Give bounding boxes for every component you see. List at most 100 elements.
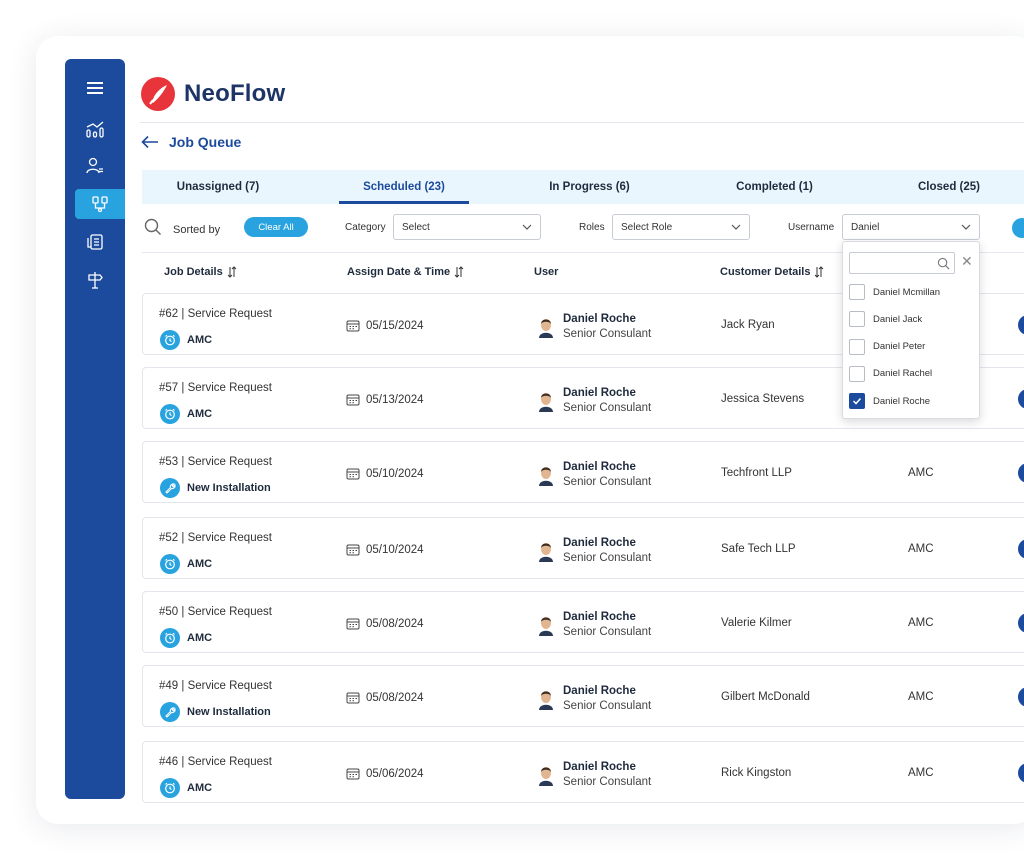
assigned-user: Daniel Roche Senior Consulant [537,312,651,342]
category-select[interactable]: Select [393,214,541,240]
customer-name: Gilbert McDonald [721,691,810,703]
alarm-clock-icon [160,778,180,798]
row-action-button[interactable] [1018,463,1024,483]
alarm-clock-icon [160,628,180,648]
menu-icon[interactable] [75,73,115,103]
assign-date: 05/08/2024 [346,691,424,704]
assign-date: 05/10/2024 [346,467,424,480]
analytics-icon[interactable] [75,115,115,145]
category-select-value: Select [402,221,430,233]
checkbox-checked[interactable] [849,393,865,410]
service-type-label: New Installation [187,482,271,494]
column-header-assign-date[interactable]: Assign Date & Time [347,266,464,278]
tab-completed[interactable]: Completed (1) [717,170,832,204]
job-queue-icon[interactable] [75,189,125,219]
roles-label: Roles [579,221,605,233]
row-action-button[interactable] [1018,763,1024,783]
assigned-user: Daniel Roche Senior Consulant [537,460,651,490]
customer-name: Techfront LLP [721,467,792,479]
service-category: AMC [908,467,934,479]
customer-name: Jack Ryan [721,319,775,331]
user-list-icon[interactable] [75,151,115,181]
job-id-and-type: #57 | Service Request [159,382,272,394]
assign-date-value: 05/08/2024 [366,617,424,630]
username-label: Username [788,221,835,233]
job-id-and-type: #46 | Service Request [159,756,272,768]
avatar [539,319,553,338]
avatar [539,543,553,562]
column-header-label: Assign Date & Time [347,266,451,278]
username-select[interactable]: Daniel [842,214,980,240]
avatar [539,467,553,486]
user-role: Senior Consulant [563,552,652,564]
service-category: AMC [908,543,934,555]
close-icon[interactable]: ✕ [961,253,973,270]
status-tabs: Unassigned (7) Scheduled (23) In Progres… [142,170,1024,204]
username-dropdown: ✕ Daniel Mcmillan Daniel Jack Daniel Peter… [842,241,980,419]
user-name: Daniel Roche [563,387,636,399]
calendar-icon [346,544,360,556]
checkbox[interactable] [849,365,865,382]
tab-unassigned[interactable]: Unassigned (7) [158,170,278,204]
column-header-job-details[interactable]: Job Details [164,266,237,278]
dropdown-option[interactable]: Daniel Roche [849,391,930,411]
user-role: Senior Consulant [563,700,652,712]
avatar [539,767,553,786]
user-role: Senior Consulant [563,626,652,638]
dropdown-option[interactable]: Daniel Rachel [849,364,932,384]
sidebar [65,59,125,799]
row-action-button[interactable] [1018,539,1024,559]
service-type-label: AMC [187,408,213,420]
assign-date-value: 05/13/2024 [366,393,424,406]
row-action-button[interactable] [1018,613,1024,633]
back-arrow-icon[interactable] [141,135,159,149]
checkbox[interactable] [849,284,865,300]
service-category: AMC [908,767,934,779]
sorted-by-label: Sorted by [173,224,221,236]
table-row[interactable]: #46 | Service Request AMC 05/06/2024 Dan… [142,741,1024,803]
column-header-user[interactable]: User [534,266,558,278]
chevron-down-icon [522,224,532,230]
table-row[interactable]: #52 | Service Request AMC 05/10/2024 Dan… [142,517,1024,579]
row-action-button[interactable] [1018,315,1024,335]
customer-name: Valerie Kilmer [721,617,792,629]
calendar-icon [346,320,360,332]
header-divider [140,122,1024,123]
row-action-button[interactable] [1018,687,1024,707]
column-header-customer-details[interactable]: Customer Details [720,266,824,278]
tab-scheduled[interactable]: Scheduled (23) [339,170,469,204]
dropdown-option[interactable]: Daniel Jack [849,309,922,329]
clear-all-button[interactable]: Clear All [244,217,308,237]
assigned-user: Daniel Roche Senior Consulant [537,536,651,566]
checkbox[interactable] [849,311,865,328]
roles-select[interactable]: Select Role [612,214,750,240]
column-header-label: Job Details [164,266,223,278]
signpost-icon[interactable] [75,265,115,295]
assign-date: 05/10/2024 [346,543,424,556]
document-list-icon[interactable] [75,227,115,257]
service-type-label: AMC [187,782,213,794]
table-row[interactable]: #49 | Service Request New Installation 0… [142,665,1024,727]
table-row[interactable]: #50 | Service Request AMC 05/08/2024 Dan… [142,591,1024,653]
checkbox[interactable] [849,338,865,355]
search-icon [937,257,950,270]
dropdown-option-label: Daniel Jack [873,313,923,325]
job-id-and-type: #52 | Service Request [159,532,272,544]
dropdown-search-input[interactable] [849,252,955,274]
job-id-and-type: #62 | Service Request [159,308,272,320]
user-role: Senior Consulant [563,476,652,488]
dropdown-option[interactable]: Daniel Peter [849,337,925,357]
sort-control[interactable] [144,212,162,242]
neoflow-logo-icon [141,77,175,111]
alarm-clock-icon [160,554,180,574]
sort-icon [227,266,237,278]
tab-in-progress[interactable]: In Progress (6) [532,170,647,204]
dropdown-option[interactable]: Daniel Mcmillan [849,282,940,302]
table-row[interactable]: #53 | Service Request New Installation 0… [142,441,1024,503]
search-icon [144,218,161,235]
assign-date-value: 05/10/2024 [366,467,424,480]
column-header-label: User [534,266,559,278]
tab-closed[interactable]: Closed (25) [894,170,1004,204]
column-header-label: Customer Details [720,266,811,278]
row-action-button[interactable] [1018,389,1024,409]
